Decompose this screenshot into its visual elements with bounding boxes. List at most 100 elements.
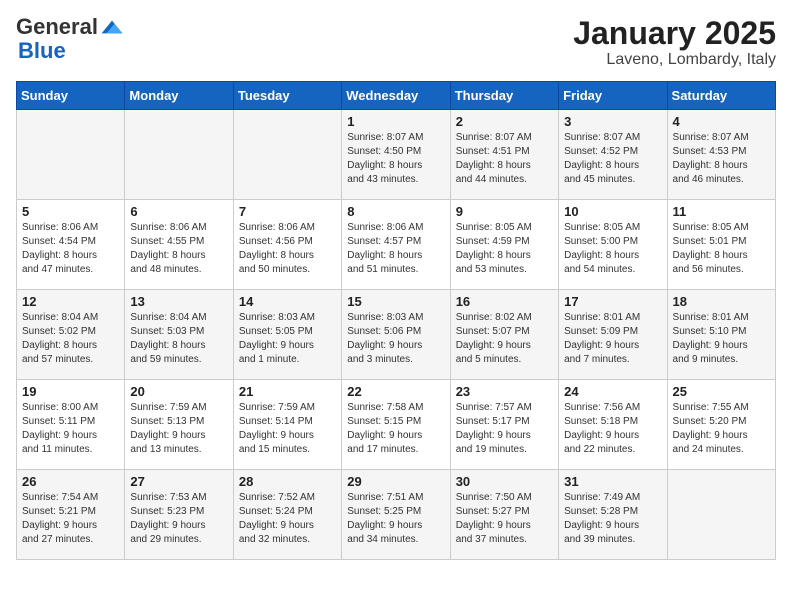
header-day-saturday: Saturday (667, 82, 775, 110)
calendar-cell: 24Sunrise: 7:56 AM Sunset: 5:18 PM Dayli… (559, 380, 667, 470)
calendar-cell: 15 Sunrise: 8:03 AM Sunset: 5:06 PM Dayli… (342, 290, 450, 380)
calendar-cell: 25 Sunrise: 7:55 AM Sunset: 5:20 PM Dayli… (667, 380, 775, 470)
day-number: 13 (130, 294, 227, 309)
day-info: Sunrise: 8:02 AM Sunset: 5:07 PM Dayligh… (456, 311, 553, 367)
day-number: 16 (456, 294, 553, 309)
day-number: 17 (564, 294, 661, 309)
header-row: SundayMondayTuesdayWednesdayThursdayFrid… (17, 82, 776, 110)
day-info: Sunrise: 8:06 AM Sunset: 4:56 PM Dayligh… (239, 221, 336, 277)
day-number: 26 (22, 474, 119, 489)
header-day-sunday: Sunday (17, 82, 125, 110)
day-info: Sunrise: 7:53 AM Sunset: 5:23 PM Dayligh… (130, 491, 227, 547)
day-info: Sunrise: 8:04 AM Sunset: 5:03 PM Dayligh… (130, 311, 227, 367)
calendar-cell: 19 Sunrise: 8:00 AM Sunset: 5:11 PM Dayli… (17, 380, 125, 470)
day-number: 9 (456, 204, 553, 219)
page-header: General Blue January 2025 Laveno, Lombar… (16, 16, 776, 69)
logo-blue-text: Blue (18, 38, 66, 64)
day-number: 30 (456, 474, 553, 489)
day-info: Sunrise: 8:04 AM Sunset: 5:02 PM Dayligh… (22, 311, 119, 367)
day-info: Sunrise: 8:06 AM Sunset: 4:57 PM Dayligh… (347, 221, 444, 277)
day-info: Sunrise: 7:51 AM Sunset: 5:25 PM Dayligh… (347, 491, 444, 547)
day-number: 6 (130, 204, 227, 219)
day-number: 19 (22, 384, 119, 399)
day-info: Sunrise: 8:01 AM Sunset: 5:10 PM Dayligh… (673, 311, 770, 367)
week-row-4: 26 Sunrise: 7:54 AM Sunset: 5:21 PM Dayli… (17, 470, 776, 560)
calendar-cell: 3Sunrise: 8:07 AM Sunset: 4:52 PM Daylig… (559, 110, 667, 200)
calendar-cell: 26 Sunrise: 7:54 AM Sunset: 5:21 PM Dayli… (17, 470, 125, 560)
day-info: Sunrise: 7:54 AM Sunset: 5:21 PM Dayligh… (22, 491, 119, 547)
calendar-cell: 8 Sunrise: 8:06 AM Sunset: 4:57 PM Daylig… (342, 200, 450, 290)
calendar-cell: 22Sunrise: 7:58 AM Sunset: 5:15 PM Dayli… (342, 380, 450, 470)
day-number: 20 (130, 384, 227, 399)
day-number: 12 (22, 294, 119, 309)
logo: General Blue (16, 16, 124, 64)
day-info: Sunrise: 7:59 AM Sunset: 5:13 PM Dayligh… (130, 401, 227, 457)
day-info: Sunrise: 7:58 AM Sunset: 5:15 PM Dayligh… (347, 401, 444, 457)
calendar-cell: 10Sunrise: 8:05 AM Sunset: 5:00 PM Dayli… (559, 200, 667, 290)
day-number: 29 (347, 474, 444, 489)
day-number: 1 (347, 114, 444, 129)
location-title: Laveno, Lombardy, Italy (573, 51, 776, 69)
day-number: 15 (347, 294, 444, 309)
day-number: 11 (673, 204, 770, 219)
calendar-body: 1 Sunrise: 8:07 AM Sunset: 4:50 PM Daylig… (17, 110, 776, 560)
header-day-thursday: Thursday (450, 82, 558, 110)
day-info: Sunrise: 8:07 AM Sunset: 4:50 PM Dayligh… (347, 131, 444, 187)
day-number: 23 (456, 384, 553, 399)
day-info: Sunrise: 8:03 AM Sunset: 5:05 PM Dayligh… (239, 311, 336, 367)
calendar-cell: 31 Sunrise: 7:49 AM Sunset: 5:28 PM Dayli… (559, 470, 667, 560)
calendar-cell: 11 Sunrise: 8:05 AM Sunset: 5:01 PM Dayli… (667, 200, 775, 290)
day-info: Sunrise: 7:56 AM Sunset: 5:18 PM Dayligh… (564, 401, 661, 457)
day-number: 3 (564, 114, 661, 129)
day-info: Sunrise: 7:59 AM Sunset: 5:14 PM Dayligh… (239, 401, 336, 457)
calendar-cell: 7 Sunrise: 8:06 AM Sunset: 4:56 PM Daylig… (233, 200, 341, 290)
calendar-cell: 12 Sunrise: 8:04 AM Sunset: 5:02 PM Dayli… (17, 290, 125, 380)
day-number: 4 (673, 114, 770, 129)
day-number: 5 (22, 204, 119, 219)
week-row-3: 19 Sunrise: 8:00 AM Sunset: 5:11 PM Dayli… (17, 380, 776, 470)
day-info: Sunrise: 8:01 AM Sunset: 5:09 PM Dayligh… (564, 311, 661, 367)
week-row-0: 1 Sunrise: 8:07 AM Sunset: 4:50 PM Daylig… (17, 110, 776, 200)
calendar-cell: 5 Sunrise: 8:06 AM Sunset: 4:54 PM Daylig… (17, 200, 125, 290)
day-number: 18 (673, 294, 770, 309)
day-info: Sunrise: 8:00 AM Sunset: 5:11 PM Dayligh… (22, 401, 119, 457)
calendar-cell: 4Sunrise: 8:07 AM Sunset: 4:53 PM Daylig… (667, 110, 775, 200)
calendar-cell: 18 Sunrise: 8:01 AM Sunset: 5:10 PM Dayli… (667, 290, 775, 380)
day-info: Sunrise: 7:50 AM Sunset: 5:27 PM Dayligh… (456, 491, 553, 547)
header-day-wednesday: Wednesday (342, 82, 450, 110)
calendar-cell: 1 Sunrise: 8:07 AM Sunset: 4:50 PM Daylig… (342, 110, 450, 200)
day-number: 14 (239, 294, 336, 309)
day-info: Sunrise: 8:05 AM Sunset: 5:01 PM Dayligh… (673, 221, 770, 277)
calendar-cell: 20 Sunrise: 7:59 AM Sunset: 5:13 PM Dayli… (125, 380, 233, 470)
calendar-cell: 29 Sunrise: 7:51 AM Sunset: 5:25 PM Dayli… (342, 470, 450, 560)
logo-icon (100, 17, 124, 37)
day-info: Sunrise: 7:55 AM Sunset: 5:20 PM Dayligh… (673, 401, 770, 457)
calendar-cell: 28Sunrise: 7:52 AM Sunset: 5:24 PM Dayli… (233, 470, 341, 560)
calendar-cell (233, 110, 341, 200)
day-number: 10 (564, 204, 661, 219)
calendar-cell: 23Sunrise: 7:57 AM Sunset: 5:17 PM Dayli… (450, 380, 558, 470)
calendar-cell: 6Sunrise: 8:06 AM Sunset: 4:55 PM Daylig… (125, 200, 233, 290)
header-day-friday: Friday (559, 82, 667, 110)
day-number: 21 (239, 384, 336, 399)
day-info: Sunrise: 8:07 AM Sunset: 4:51 PM Dayligh… (456, 131, 553, 187)
day-number: 8 (347, 204, 444, 219)
day-number: 31 (564, 474, 661, 489)
day-number: 2 (456, 114, 553, 129)
day-number: 7 (239, 204, 336, 219)
header-day-tuesday: Tuesday (233, 82, 341, 110)
calendar-table: SundayMondayTuesdayWednesdayThursdayFrid… (16, 81, 776, 560)
header-day-monday: Monday (125, 82, 233, 110)
calendar-cell: 21 Sunrise: 7:59 AM Sunset: 5:14 PM Dayli… (233, 380, 341, 470)
day-number: 25 (673, 384, 770, 399)
day-info: Sunrise: 7:49 AM Sunset: 5:28 PM Dayligh… (564, 491, 661, 547)
day-info: Sunrise: 8:03 AM Sunset: 5:06 PM Dayligh… (347, 311, 444, 367)
calendar-cell: 2 Sunrise: 8:07 AM Sunset: 4:51 PM Daylig… (450, 110, 558, 200)
title-block: January 2025 Laveno, Lombardy, Italy (573, 16, 776, 69)
calendar-cell: 16 Sunrise: 8:02 AM Sunset: 5:07 PM Dayli… (450, 290, 558, 380)
day-info: Sunrise: 8:06 AM Sunset: 4:54 PM Dayligh… (22, 221, 119, 277)
calendar-cell: 17 Sunrise: 8:01 AM Sunset: 5:09 PM Dayli… (559, 290, 667, 380)
calendar-header: SundayMondayTuesdayWednesdayThursdayFrid… (17, 82, 776, 110)
calendar-cell (17, 110, 125, 200)
day-number: 28 (239, 474, 336, 489)
